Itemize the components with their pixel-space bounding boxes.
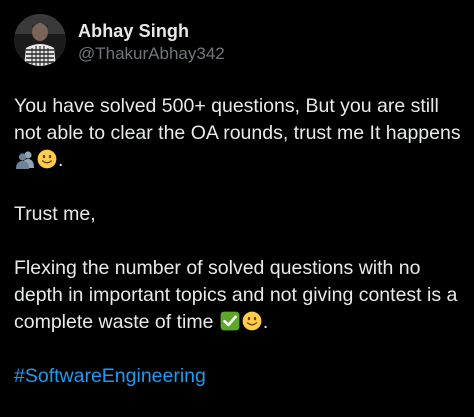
tweet-paragraph-1-end: . xyxy=(58,149,64,171)
check-mark-icon xyxy=(220,311,240,331)
tweet-paragraph-3-end: . xyxy=(262,311,269,333)
tweet-paragraph-1: You have solved 500+ questions, But you … xyxy=(14,93,464,174)
handle[interactable]: @ThakurAbhay342 xyxy=(78,45,225,62)
busts-in-silhouette-icon xyxy=(16,151,34,169)
hashtag-link[interactable]: #SoftwareEngineering xyxy=(14,365,206,387)
display-name[interactable]: Abhay Singh xyxy=(78,22,225,40)
smiling-face-icon xyxy=(37,149,57,169)
tweet-paragraph-2: Trust me, xyxy=(14,203,96,225)
tweet-paragraph-3: Flexing the number of solved questions w… xyxy=(14,255,464,336)
smiling-face-icon xyxy=(242,311,262,331)
author-names: Abhay Singh @ThakurAbhay342 xyxy=(78,22,225,62)
avatar-image xyxy=(14,14,66,66)
tweet-text: You have solved 500+ questions, But you … xyxy=(14,93,464,390)
tweet-hashtag-paragraph: #SoftwareEngineering xyxy=(14,363,464,390)
avatar[interactable] xyxy=(14,14,66,66)
tweet-paragraph-1-text: You have solved 500+ questions, But you … xyxy=(14,95,461,144)
tweet-header: Abhay Singh @ThakurAbhay342 xyxy=(14,14,225,74)
